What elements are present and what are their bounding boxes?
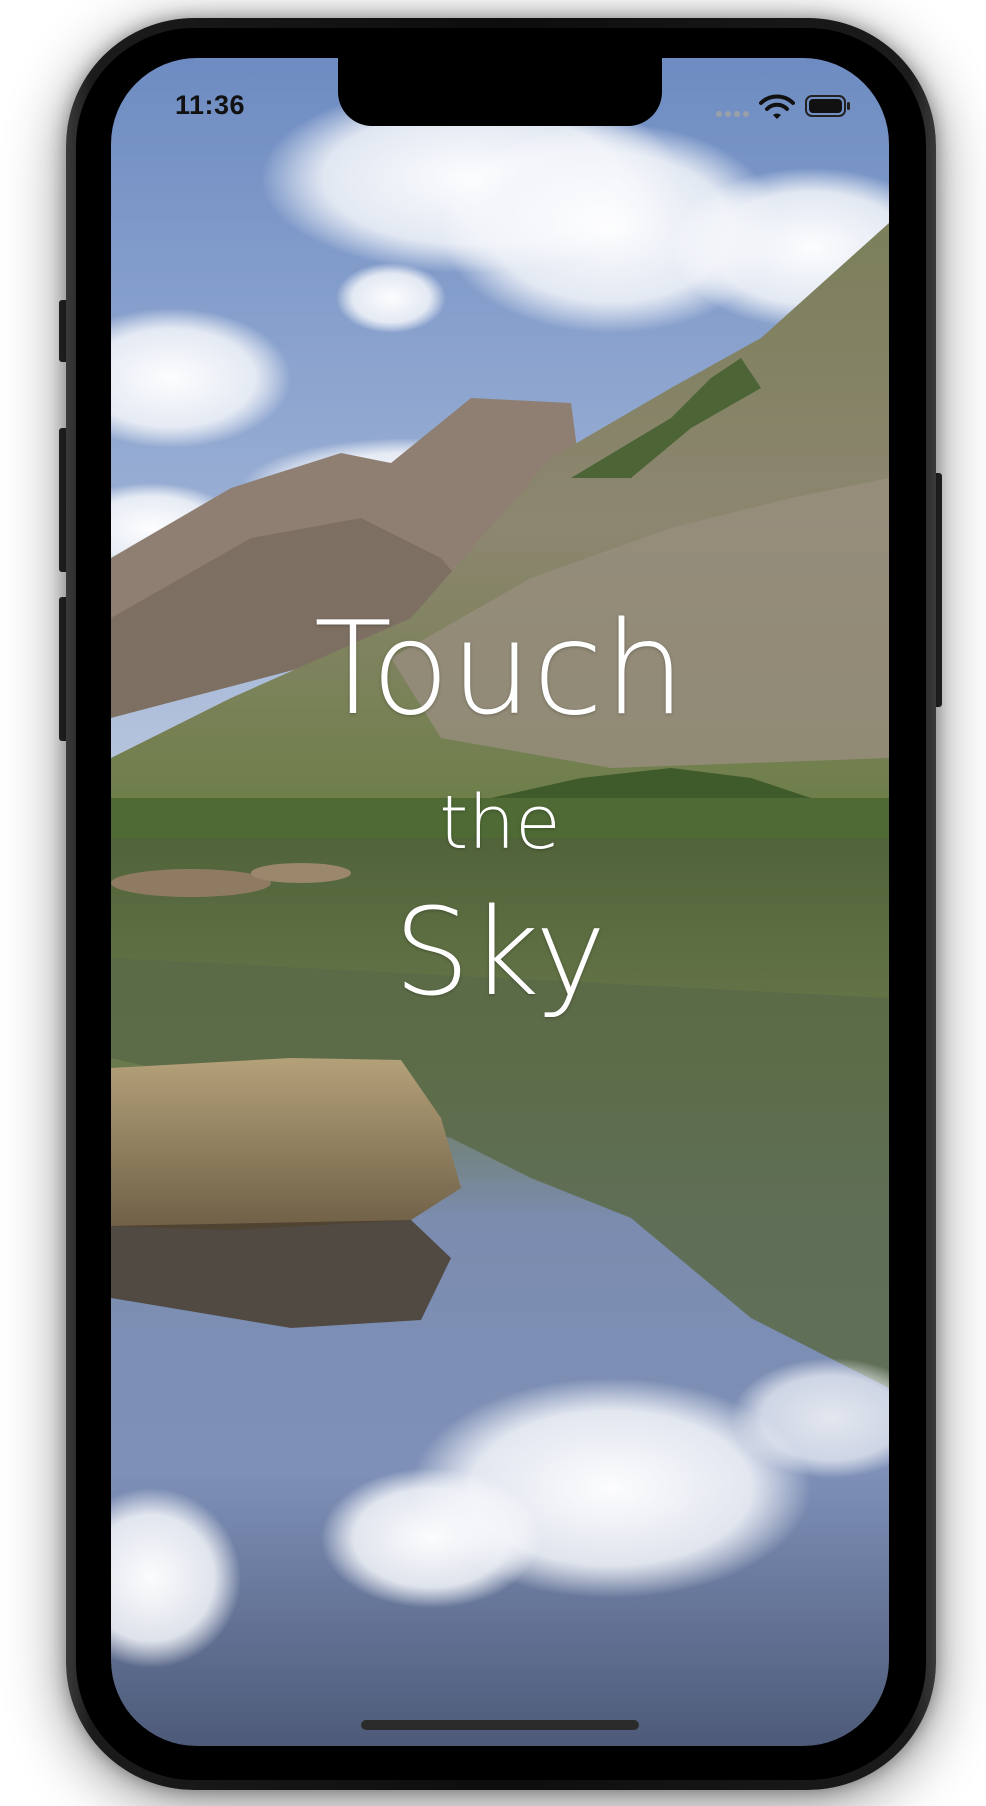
home-indicator[interactable] — [361, 1720, 639, 1730]
battery-icon — [805, 95, 850, 117]
hero-title-line-2: the — [439, 780, 561, 866]
app-screen[interactable]: 11:36 Touch the Sky — [111, 58, 889, 1746]
phone-device: 11:36 Touch the Sky — [0, 0, 986, 1806]
device-notch — [338, 58, 662, 126]
signal-icon — [716, 111, 749, 117]
hero-title-line-3: Sky — [393, 884, 607, 1023]
hero-title-line-1: Touch — [313, 595, 687, 744]
status-time: 11:36 — [175, 90, 246, 120]
wifi-icon — [759, 94, 795, 119]
